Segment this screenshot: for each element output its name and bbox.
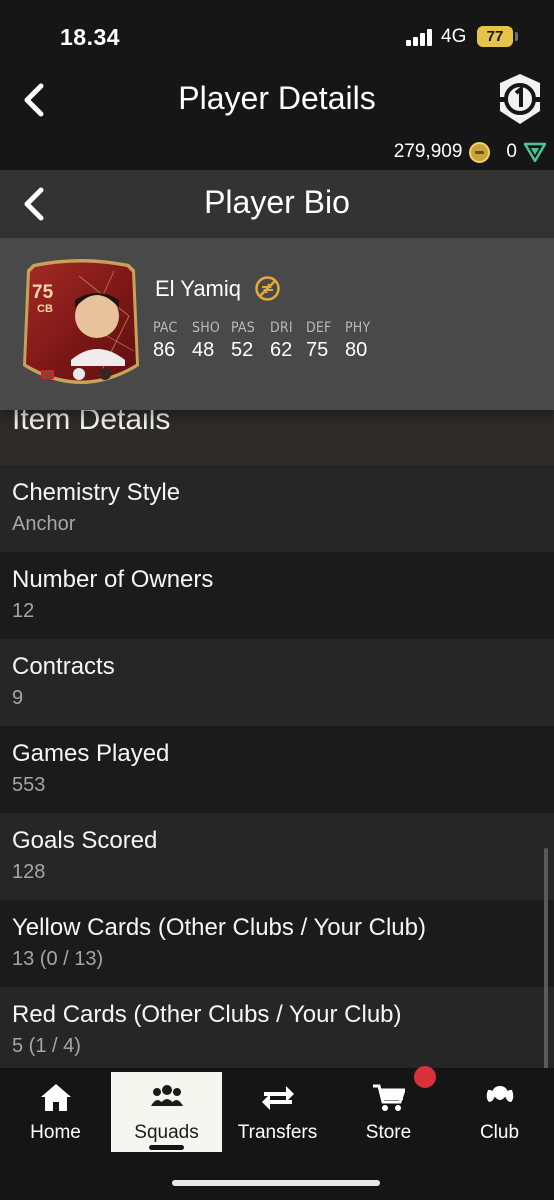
stat-value: 75 — [306, 339, 329, 361]
player-card[interactable] — [19, 256, 143, 393]
squads-icon — [151, 1085, 183, 1106]
tab-label: Home — [30, 1122, 81, 1143]
tab-club[interactable]: Club — [444, 1072, 554, 1152]
detail-value: 128 — [12, 861, 46, 883]
stat-label: DEF — [306, 320, 332, 336]
club-icon — [486, 1086, 514, 1102]
battery-icon: 77 — [477, 26, 513, 47]
detail-row-chemistry-style: Chemistry Style Anchor — [0, 465, 554, 552]
card-position: CB — [37, 303, 53, 315]
stat-def: DEF 75 — [306, 320, 345, 362]
stat-dri: DRI 62 — [270, 320, 306, 362]
store-notification-badge — [414, 1066, 436, 1088]
stat-value: 80 — [345, 339, 368, 361]
stat-label: PAS — [231, 320, 255, 336]
detail-label: Yellow Cards (Other Clubs / Your Club) — [12, 914, 426, 941]
tab-transfers[interactable]: Transfers — [222, 1072, 333, 1152]
stat-sho: SHO 48 — [192, 320, 231, 362]
currency-row: 279,909 0 — [394, 140, 546, 164]
sub-page-title: Player Bio — [204, 184, 350, 220]
detail-row-contracts: Contracts 9 — [0, 639, 554, 726]
detail-row-games-played: Games Played 553 — [0, 726, 554, 813]
tab-label: Squads — [134, 1122, 199, 1143]
card-rating: 75 — [32, 282, 54, 303]
sub-header: Player Bio — [0, 170, 554, 238]
stat-phy: PHY 80 — [345, 320, 384, 362]
signal-icon — [406, 28, 434, 46]
page-title: Player Details — [178, 80, 376, 116]
active-tab-indicator — [149, 1145, 184, 1150]
detail-value: 553 — [12, 774, 46, 796]
detail-value: Anchor — [12, 513, 76, 535]
player-stats: PAC 86 SHO 48 PAS 52 DRI 62 DEF 75 PHY 8… — [153, 320, 384, 362]
network-label: 4G — [441, 26, 467, 47]
stat-value: 86 — [153, 339, 176, 361]
detail-value: 5 (1 / 4) — [12, 1035, 81, 1057]
store-icon — [373, 1084, 405, 1111]
rank-badge-icon[interactable] — [498, 73, 542, 125]
detail-row-red-cards: Red Cards (Other Clubs / Your Club) 5 (1… — [0, 987, 554, 1074]
stat-pas: PAS 52 — [231, 320, 270, 362]
detail-row-owners: Number of Owners 12 — [0, 552, 554, 639]
battery-level: 77 — [486, 28, 504, 45]
stat-label: PHY — [345, 320, 371, 336]
home-indicator[interactable] — [172, 1180, 380, 1186]
fc-points-icon — [524, 142, 546, 162]
detail-label: Number of Owners — [12, 566, 214, 593]
untradeable-icon — [255, 276, 280, 301]
tab-home[interactable]: Home — [0, 1072, 111, 1152]
detail-label: Games Played — [12, 740, 170, 767]
player-summary-panel: 75 CB El Yamiq PAC 86 SHO 48 PAS 52 DRI … — [0, 238, 554, 410]
points-balance: 0 — [506, 141, 517, 162]
stat-label: DRI — [270, 320, 293, 336]
tab-label: Store — [365, 1122, 412, 1143]
stat-value: 62 — [270, 339, 293, 361]
stat-pac: PAC 86 — [153, 320, 192, 362]
detail-row-goals-scored: Goals Scored 128 — [0, 813, 554, 900]
detail-label: Red Cards (Other Clubs / Your Club) — [12, 1001, 402, 1028]
coin-icon — [469, 141, 491, 163]
stat-label: SHO — [192, 320, 220, 336]
detail-row-yellow-cards: Yellow Cards (Other Clubs / Your Club) 1… — [0, 900, 554, 987]
detail-label: Chemistry Style — [12, 479, 181, 506]
detail-value: 9 — [12, 687, 24, 709]
status-time: 18.34 — [60, 24, 121, 50]
app-header: Player Details 279,909 0 — [0, 70, 554, 170]
detail-label: Goals Scored — [12, 827, 158, 854]
detail-label: Contracts — [12, 653, 115, 680]
coins-balance: 279,909 — [393, 141, 463, 162]
tab-label: Transfers — [237, 1122, 318, 1143]
status-bar: 18.34 4G 77 — [0, 0, 554, 70]
stat-value: 52 — [231, 339, 254, 361]
tab-label: Club — [479, 1122, 520, 1143]
detail-value: 12 — [12, 600, 35, 622]
detail-value: 13 (0 / 13) — [12, 948, 104, 970]
transfers-icon — [262, 1086, 294, 1110]
home-icon — [41, 1084, 71, 1111]
stat-value: 48 — [192, 339, 215, 361]
battery-cap — [515, 32, 518, 41]
tab-squads[interactable]: Squads — [111, 1072, 222, 1152]
scrollbar[interactable] — [544, 848, 548, 1070]
stat-label: PAC — [153, 320, 178, 336]
player-name: El Yamiq — [155, 276, 242, 301]
